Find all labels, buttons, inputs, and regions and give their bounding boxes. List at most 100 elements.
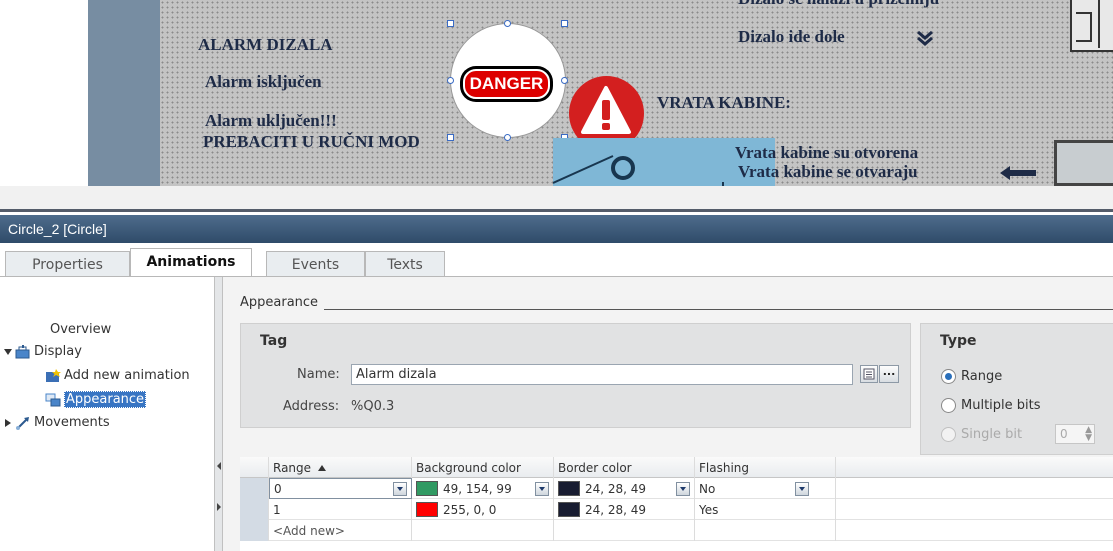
range-cell[interactable]: 0 (269, 478, 412, 499)
text-doors-opening[interactable]: Vrata kabine se otvaraju (738, 162, 918, 182)
selection-handle[interactable] (447, 77, 454, 84)
danger-sign: DANGER (460, 66, 553, 102)
border-color-value: 24, 28, 49 (585, 502, 647, 517)
expand-arrow-icon[interactable] (3, 347, 13, 357)
canvas-widget-top-right[interactable] (1070, 0, 1113, 52)
tree-item-add-new-animation[interactable]: Add new animation (45, 368, 190, 383)
tag-header: Tag (260, 333, 288, 349)
tag-address-value: %Q0.3 (351, 399, 395, 414)
tag-browse-button[interactable]: ... (879, 365, 899, 383)
col-header-border-color[interactable]: Border color (554, 457, 695, 478)
radio-label: Range (961, 369, 1003, 384)
expand-right-icon[interactable] (217, 503, 221, 511)
text-switch-manual[interactable]: PREBACITI U RUČNI MOD (203, 132, 420, 152)
text-elevator-down[interactable]: Dizalo ide dole (738, 27, 845, 47)
selection-handle[interactable] (561, 77, 568, 84)
radio-label: Multiple bits (961, 398, 1041, 413)
tab-events[interactable]: Events (266, 251, 365, 277)
dropdown-arrow-icon[interactable] (676, 481, 690, 496)
arrow-down-icon (917, 30, 933, 46)
col-header-flashing[interactable]: Flashing (695, 457, 836, 478)
tree-item-label: Appearance (64, 391, 147, 408)
border-color-value: 24, 28, 49 (585, 481, 647, 496)
single-bit-spinner: 0 ▲ ▼ (1055, 424, 1095, 444)
color-swatch (558, 502, 580, 517)
appearance-grid: Range Background color Border color Flas… (240, 457, 1113, 551)
flashing-cell[interactable]: No (695, 478, 836, 499)
radio-range[interactable] (941, 369, 956, 384)
tag-name-input[interactable] (351, 364, 853, 385)
row-header[interactable] (240, 499, 269, 520)
range-value: 0 (274, 481, 282, 496)
color-swatch (558, 481, 580, 496)
type-option-range[interactable]: Range (941, 369, 1002, 384)
border-color-cell[interactable]: 24, 28, 49 (554, 478, 695, 499)
radio-label: Single bit (961, 427, 1023, 442)
selection-handle[interactable] (447, 20, 454, 27)
col-header-background-color[interactable]: Background color (412, 457, 554, 478)
collapse-arrow-icon[interactable] (3, 418, 13, 428)
table-row[interactable]: 1 255, 0, 0 24, 28, 49 Yes (240, 499, 1113, 520)
tree-item-label: Display (34, 344, 82, 359)
add-animation-icon (45, 368, 61, 383)
section-divider (240, 309, 1113, 310)
background-color-cell[interactable]: 49, 154, 99 (412, 478, 554, 499)
tree-item-movements[interactable]: Movements (3, 415, 110, 430)
canvas-widget-right[interactable] (1054, 140, 1113, 186)
tag-name-label: Name: (297, 367, 340, 382)
display-icon (15, 344, 31, 359)
canvas-side-strip (88, 0, 160, 186)
radio-single-bit (941, 427, 956, 442)
editor-splitter[interactable] (0, 186, 1113, 212)
col-header-label: Range (273, 460, 312, 475)
text-alarm-heading[interactable]: ALARM DIZALA (198, 35, 333, 55)
tree-item-label: Movements (34, 415, 110, 430)
canvas-margin (0, 0, 88, 186)
tab-texts[interactable]: Texts (365, 251, 445, 277)
row-header[interactable] (240, 520, 269, 541)
row-header[interactable] (240, 478, 269, 499)
collapse-left-icon[interactable] (217, 462, 221, 470)
tag-list-button[interactable] (860, 365, 878, 383)
tree-item-appearance[interactable]: Appearance (45, 391, 147, 408)
type-option-single-bit: Single bit (941, 427, 1022, 442)
table-row-add-new[interactable]: <Add new> (240, 520, 1113, 541)
row-header-corner (240, 457, 269, 478)
selection-handle[interactable] (504, 134, 511, 141)
spinner-arrows-icon: ▲ ▼ (1085, 425, 1092, 443)
tag-group: Tag Name: ... Address: %Q0.3 (240, 323, 911, 428)
dropdown-arrow-icon[interactable] (535, 481, 549, 496)
radio-multiple-bits[interactable] (941, 398, 956, 413)
tree-item-display[interactable]: Display (3, 344, 82, 359)
color-swatch (416, 481, 438, 496)
text-alarm-on[interactable]: Alarm uključen!!! (205, 111, 337, 131)
col-header-range[interactable]: Range (269, 457, 412, 478)
tab-animations[interactable]: Animations (130, 248, 252, 277)
col-header-empty (836, 457, 1113, 478)
selection-handle[interactable] (561, 20, 568, 27)
dropdown-arrow-icon[interactable] (795, 481, 809, 496)
text-doors-open[interactable]: Vrata kabine su otvorena (735, 143, 918, 163)
hmi-screen-canvas[interactable]: Dizalo se nalazi u prizemlju Dizalo ide … (0, 0, 1113, 186)
text-cabin-doors[interactable]: VRATA KABINE: (657, 93, 791, 113)
add-new-cell[interactable]: <Add new> (269, 520, 412, 541)
text-alarm-off[interactable]: Alarm isključen (205, 72, 322, 92)
background-color-value: 49, 154, 99 (443, 481, 512, 496)
range-cell[interactable]: 1 (269, 499, 412, 520)
type-option-multiple-bits[interactable]: Multiple bits (941, 398, 1041, 413)
tree-item-overview[interactable]: Overview (50, 322, 111, 337)
dropdown-arrow-icon[interactable] (393, 481, 407, 496)
flashing-cell[interactable]: Yes (695, 499, 836, 520)
table-row[interactable]: 0 49, 154, 99 24, 28, 49 No (240, 478, 1113, 499)
selection-handle[interactable] (447, 134, 454, 141)
selection-handle[interactable] (504, 20, 511, 27)
text-elevator-ground[interactable]: Dizalo se nalazi u prizemlju (738, 0, 939, 9)
empty-cell (554, 520, 695, 541)
tab-properties[interactable]: Properties (5, 251, 130, 277)
appearance-panel: Appearance Tag Name: ... Address: %Q0.3 … (223, 277, 1113, 551)
border-color-cell[interactable]: 24, 28, 49 (554, 499, 695, 520)
panel-splitter[interactable] (214, 277, 223, 551)
single-bit-value: 0 (1060, 427, 1068, 441)
tree-item-label: Add new animation (64, 368, 190, 383)
background-color-cell[interactable]: 255, 0, 0 (412, 499, 554, 520)
